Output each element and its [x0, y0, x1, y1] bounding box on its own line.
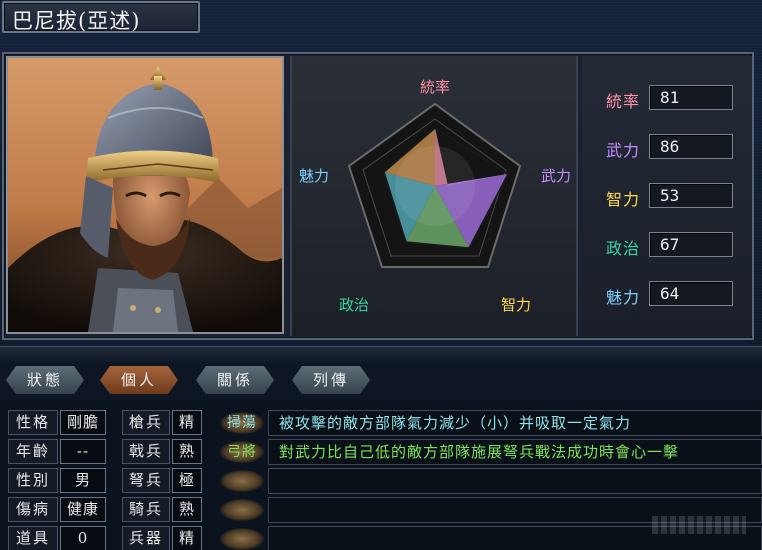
- radar-label-zhili: 智力: [501, 296, 531, 314]
- attribute-radar-panel: 統率 武力 智力 政治 魅力: [290, 56, 578, 336]
- info-tabs: 狀態 個人 關係 列傳: [0, 363, 762, 399]
- skill-badge[interactable]: 弓將: [220, 441, 264, 463]
- skill-description: [268, 468, 762, 494]
- personal-value: 男: [60, 468, 106, 493]
- stat-row-tongshuai: 統率 81: [602, 85, 742, 111]
- skill-badge-empty[interactable]: [220, 499, 264, 521]
- personal-label: 年齡: [8, 439, 58, 464]
- attribute-radar-chart: 統率 武力 智力 政治 魅力: [299, 78, 571, 314]
- aptitude-value: 精: [172, 410, 202, 435]
- stat-value: 86: [649, 134, 733, 159]
- tab-status[interactable]: 狀態: [6, 366, 84, 394]
- stat-label: 統率: [606, 92, 641, 111]
- personal-value: --: [60, 439, 106, 464]
- aptitude-value: 熟: [172, 497, 202, 522]
- stat-label: 武力: [606, 141, 641, 160]
- portrait-image: [8, 58, 282, 332]
- stat-row-zhili: 智力 53: [602, 183, 742, 209]
- attribute-stats-panel: 統率 81 武力 86 智力 53 政治 67 魅力 64: [582, 56, 752, 336]
- watermark: [652, 516, 746, 534]
- radar-label-wuli: 武力: [541, 167, 571, 185]
- stat-value: 81: [649, 85, 733, 110]
- personal-label: 性格: [8, 410, 58, 435]
- skill-badge-empty[interactable]: [220, 528, 264, 550]
- personal-label: 性別: [8, 468, 58, 493]
- stat-label: 政治: [606, 239, 641, 258]
- skill-description: 對武力比自己低的敵方部隊施展弩兵戰法成功時會心一擊: [268, 439, 762, 465]
- radar-label-tongshuai: 統率: [420, 78, 450, 96]
- stat-value: 67: [649, 232, 733, 257]
- personal-label: 傷病: [8, 497, 58, 522]
- tab-personal[interactable]: 個人: [100, 366, 178, 394]
- aptitude-value: 精: [172, 526, 202, 550]
- personal-value: 健康: [60, 497, 106, 522]
- aptitude-label: 槍兵: [122, 410, 170, 435]
- skill-badge[interactable]: 掃蕩: [220, 412, 264, 434]
- personal-value: 0: [60, 526, 106, 550]
- radar-label-zhengzhi: 政治: [339, 296, 369, 314]
- stat-value: 53: [649, 183, 733, 208]
- officer-name-box: 巴尼拔(亞述): [2, 1, 200, 33]
- stat-value: 64: [649, 281, 733, 306]
- stat-row-meili: 魅力 64: [602, 281, 742, 307]
- aptitude-label: 戟兵: [122, 439, 170, 464]
- tab-relations[interactable]: 關係: [196, 366, 274, 394]
- radar-label-meili: 魅力: [299, 167, 329, 185]
- tab-biography[interactable]: 列傳: [292, 366, 370, 394]
- aptitude-label: 弩兵: [122, 468, 170, 493]
- officer-portrait: [6, 56, 284, 334]
- stat-row-wuli: 武力 86: [602, 134, 742, 160]
- stat-label: 智力: [606, 190, 641, 209]
- aptitude-value: 極: [172, 468, 202, 493]
- skill-badge-empty[interactable]: [220, 470, 264, 492]
- officer-name: 巴尼拔(亞述): [12, 9, 141, 33]
- personal-value: 剛膽: [60, 410, 106, 435]
- personal-label: 道具: [8, 526, 58, 550]
- stat-row-zhengzhi: 政治 67: [602, 232, 742, 258]
- section-divider: [0, 346, 762, 362]
- skill-description: 被攻擊的敵方部隊氣力減少（小）并吸取一定氣力: [268, 410, 762, 436]
- aptitude-label: 兵器: [122, 526, 170, 550]
- aptitude-label: 騎兵: [122, 497, 170, 522]
- aptitude-value: 熟: [172, 439, 202, 464]
- stat-label: 魅力: [606, 288, 641, 307]
